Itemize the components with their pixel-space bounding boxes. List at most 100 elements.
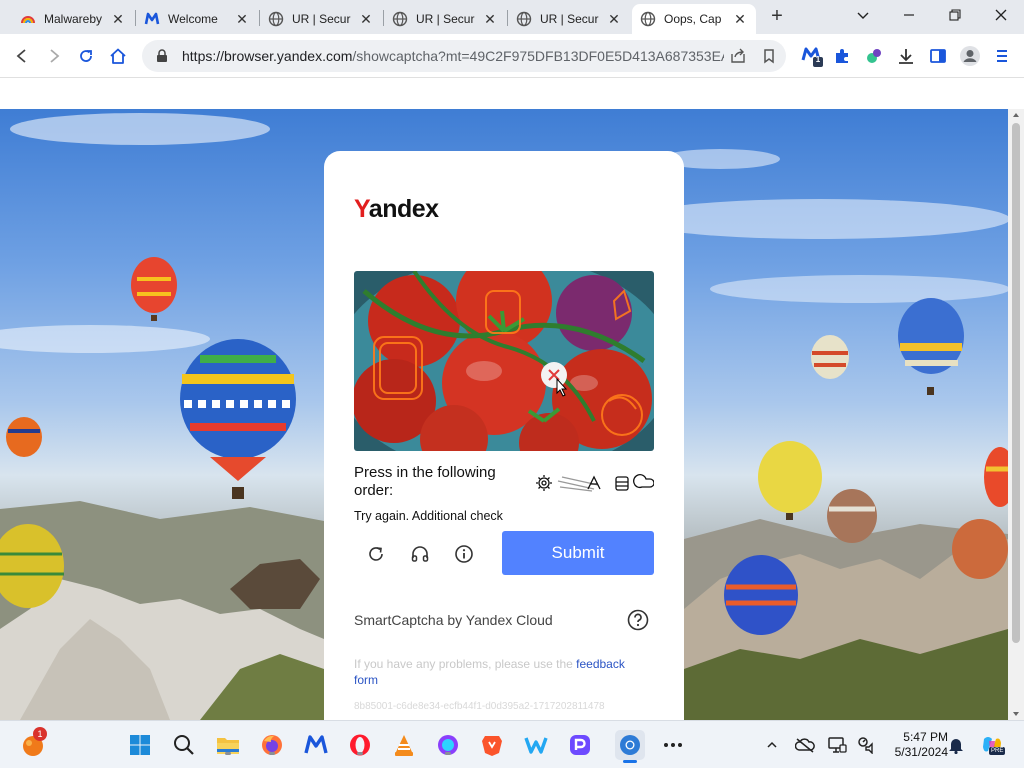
request-id: 8b85001-c6de8e34-ecfb44f1-d0d395a2-17172… [354,701,605,712]
logo-rest: andex [368,195,439,223]
page-content: Yandex Press in the following order: Try… [0,109,1008,720]
submit-button[interactable]: Submit [502,531,654,575]
firefox-icon[interactable] [259,732,285,758]
scrollbar-thumb[interactable] [1012,123,1020,643]
close-tab-icon[interactable]: ✕ [110,11,126,27]
reload-icon[interactable] [74,44,98,68]
info-icon[interactable] [450,540,478,568]
search-icon[interactable] [171,732,197,758]
windows-taskbar: 1 5:47 PM 5/31/2024 PRE [0,720,1024,768]
puzzle-extension-icon[interactable] [830,44,854,68]
running-indicator [269,752,275,755]
tab-title: UR | Secur [292,12,351,26]
brave-icon[interactable] [479,732,505,758]
notification-badge: 1 [33,727,47,741]
windows-start-icon[interactable] [127,732,153,758]
close-tab-icon[interactable]: ✕ [358,11,374,27]
url-domain: https://browser.yandex.com [182,48,353,64]
tab-ur-security-3[interactable]: UR | Secur ✕ [508,4,630,34]
extension-badge: 1 [815,55,821,64]
tab-malwarebytes[interactable]: Malwareby ✕ [12,4,134,34]
new-tab-button[interactable]: + [766,6,788,28]
url-path: /showcaptcha?mt=49C2F975DFB13DF0E5D413A6… [352,48,724,64]
captcha-image[interactable] [354,271,654,451]
file-explorer-icon[interactable] [215,732,241,758]
balloon [898,298,964,395]
share-icon[interactable] [724,48,752,64]
tab-ur-security-1[interactable]: UR | Secur ✕ [260,4,382,34]
malwarebytes-extension-icon[interactable]: 1 [800,44,824,68]
profile-avatar[interactable] [958,44,982,68]
forward-icon[interactable] [42,44,66,68]
yandex-logo: Yandex [354,195,439,224]
bookmark-icon[interactable] [752,48,786,64]
captcha-error-message: Try again. Additional check [354,509,503,523]
balloon [952,519,1008,579]
system-clock[interactable]: 5:47 PM 5/31/2024 [884,730,948,760]
network-sound-icon[interactable] [855,732,877,758]
help-icon[interactable] [626,608,650,632]
onedrive-offline-icon[interactable] [794,732,816,758]
page-scrollbar[interactable] [1008,109,1024,720]
captcha-instruction: Press in the following order: [354,464,496,499]
close-window-button[interactable] [984,2,1018,28]
tray-chevron-icon[interactable] [761,732,783,758]
menu-icon[interactable] [990,44,1014,68]
address-bar[interactable]: https://browser.yandex.com/showcaptcha?m… [142,40,786,72]
audio-captcha-icon[interactable] [406,540,434,568]
malwarebytes-rainbow-icon [20,11,36,27]
copilot-icon[interactable]: PRE [978,732,1006,758]
close-tab-icon[interactable]: ✕ [234,11,250,27]
chrome-active-icon[interactable] [615,730,645,763]
tab-search-chevron-icon[interactable] [846,2,880,28]
clock-date: 5/31/2024 [894,745,948,759]
flask-extension-icon[interactable] [862,44,886,68]
tab-welcome[interactable]: Welcome ✕ [136,4,258,34]
restore-button[interactable] [938,2,972,28]
tab-oops-captcha[interactable]: Oops, Cap ✕ [632,4,756,34]
balloon [180,339,296,499]
copilot-badge: PRE [989,747,1006,755]
download-icon[interactable] [894,44,918,68]
globe-icon [640,11,656,27]
clock-time: 5:47 PM [903,730,948,744]
back-icon[interactable] [10,44,34,68]
close-tab-icon[interactable]: ✕ [482,11,498,27]
balloon [131,257,177,321]
notifications-bell-icon[interactable] [946,732,966,758]
tab-strip: Malwareby ✕ Welcome ✕ UR | Secur ✕ UR | … [0,0,1024,34]
browser-app-icon[interactable] [435,732,461,758]
more-apps-icon[interactable] [660,732,686,758]
tab-title: Oops, Cap [664,12,722,26]
globe-icon [268,11,284,27]
notification-app-icon[interactable]: 1 [20,727,47,758]
problems-text: If you have any problems, please use the… [354,656,644,688]
running-indicator [357,752,363,755]
tab-title: Malwareby [44,12,103,26]
globe-icon [516,11,532,27]
balloon [6,417,42,457]
running-indicator [445,752,451,755]
balloon [984,447,1008,507]
malwarebytes-taskbar-icon[interactable] [303,732,329,758]
close-tab-icon[interactable]: ✕ [606,11,622,27]
balloon [724,555,798,635]
proton-app-icon[interactable] [567,732,593,758]
minimize-button[interactable] [892,2,926,28]
display-icon[interactable] [826,732,848,758]
side-panel-icon[interactable] [926,44,950,68]
wave-browser-icon[interactable] [523,732,549,758]
browser-toolbar: https://browser.yandex.com/showcaptcha?m… [0,34,1024,78]
home-icon[interactable] [106,44,130,68]
opera-icon[interactable] [347,732,373,758]
refresh-captcha-icon[interactable] [362,540,390,568]
captcha-card: Yandex Press in the following order: Try… [324,151,684,720]
tab-title: UR | Secur [540,12,599,26]
logo-y: Y [354,195,369,223]
balloon [827,489,877,543]
close-tab-icon[interactable]: ✕ [732,11,748,27]
lock-icon[interactable] [152,49,172,63]
tab-ur-security-2[interactable]: UR | Secur ✕ [384,4,506,34]
tab-title: UR | Secur [416,12,475,26]
vlc-icon[interactable] [391,732,417,758]
